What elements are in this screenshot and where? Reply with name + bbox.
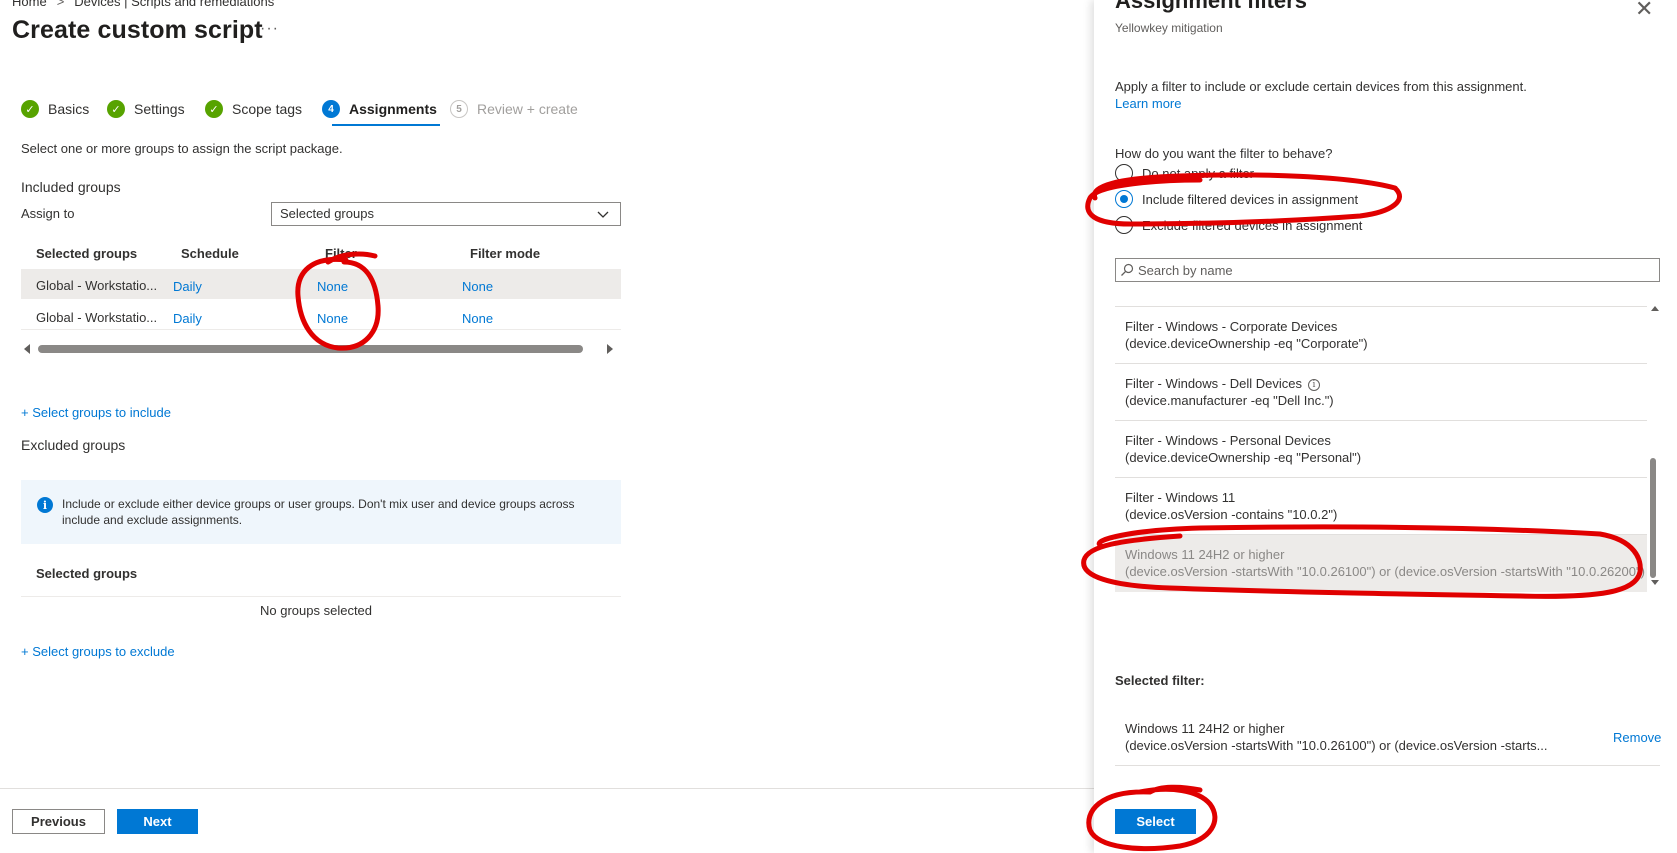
search-input[interactable]	[1138, 260, 1653, 280]
radio-button[interactable]	[1115, 164, 1133, 182]
breadcrumb: Home > Devices | Scripts and remediations	[12, 0, 274, 9]
row-group-name: Global - Workstatio...	[36, 278, 158, 293]
next-button[interactable]: Next	[117, 809, 198, 834]
step-settings[interactable]: ✓ Settings	[107, 100, 185, 118]
active-step-indicator	[332, 124, 440, 126]
step-label: Assignments	[349, 101, 437, 117]
filter-list-item[interactable]: Filter - Windows 11 (device.osVersion -c…	[1115, 478, 1647, 535]
column-header-selected-groups: Selected groups	[36, 246, 138, 261]
filter-name: Filter - Windows 11	[1125, 490, 1236, 505]
filter-name: Filter - Windows - Personal Devices	[1125, 433, 1331, 448]
filter-rule: (device.osVersion -contains "10.0.2")	[1125, 507, 1338, 522]
assignments-intro: Select one or more groups to assign the …	[21, 141, 343, 156]
selected-filter-rule: (device.osVersion -startsWith "10.0.2610…	[1125, 738, 1548, 753]
step-assignments[interactable]: 4 Assignments	[322, 100, 437, 118]
radio-label: Exclude filtered devices in assignment	[1142, 217, 1363, 233]
filter-rule: (device.deviceOwnership -eq "Personal")	[1125, 450, 1362, 465]
row-group-name: Global - Workstatio...	[36, 310, 158, 325]
info-icon[interactable]: i	[1307, 379, 1320, 391]
filter-name: Windows 11 24H2 or higher	[1125, 547, 1285, 562]
radio-include-filtered-devices[interactable]: Include filtered devices in assignment	[1115, 190, 1358, 208]
excluded-groups-heading: Excluded groups	[21, 437, 126, 453]
step-number-badge: 5	[450, 100, 468, 118]
filter-name: Filter - Windows - Dell Devices	[1125, 376, 1302, 391]
scroll-right-icon[interactable]	[607, 344, 613, 354]
panel-subtitle: Yellowkey mitigation	[1115, 21, 1223, 35]
row-filter-link[interactable]: None	[317, 311, 348, 326]
filter-rule: (device.osVersion -startsWith "10.0.2610…	[1125, 564, 1645, 579]
more-options-icon[interactable]: ···	[260, 20, 279, 38]
filter-rule: (device.deviceOwnership -eq "Corporate")	[1125, 336, 1368, 351]
step-label: Review + create	[477, 101, 578, 117]
step-label: Settings	[134, 101, 185, 117]
radio-label: Include filtered devices in assignment	[1142, 191, 1359, 207]
info-message-text: Include or exclude either device groups …	[62, 497, 575, 527]
breadcrumb-separator: >	[56, 0, 65, 9]
column-header-filter-mode: Filter mode	[470, 246, 541, 261]
previous-button[interactable]: Previous	[12, 809, 105, 834]
learn-more-link[interactable]: Learn more	[1115, 96, 1181, 111]
select-groups-to-include-link[interactable]: + Select groups to include	[21, 405, 171, 420]
search-icon	[1121, 263, 1134, 276]
column-header-filter: Filter	[325, 246, 357, 261]
column-header-schedule: Schedule	[181, 246, 239, 261]
row-filter-link[interactable]: None	[317, 279, 348, 294]
scrollbar-thumb[interactable]	[1650, 458, 1656, 578]
page-title: Create custom script	[12, 16, 263, 44]
step-label: Scope tags	[232, 101, 303, 117]
chevron-down-icon	[597, 211, 609, 218]
checkmark-icon: ✓	[21, 100, 39, 118]
checkmark-icon: ✓	[205, 100, 223, 118]
scroll-down-icon[interactable]	[1651, 580, 1659, 585]
close-icon[interactable]: ✕	[1635, 0, 1653, 20]
breadcrumb-section[interactable]: Devices | Scripts and remediations	[74, 0, 274, 9]
filter-list-item[interactable]: Filter - Windows - Personal Devices (dev…	[1115, 421, 1647, 478]
scroll-up-icon[interactable]	[1651, 306, 1659, 311]
included-groups-heading: Included groups	[21, 179, 121, 195]
step-label: Basics	[48, 101, 90, 117]
scroll-left-icon[interactable]	[24, 344, 30, 354]
assign-to-value: Selected groups	[280, 206, 374, 221]
filter-list-item[interactable]: Filter - Windows - Dell Devices i (device…	[1115, 364, 1647, 421]
radio-exclude-filtered-devices[interactable]: Exclude filtered devices in assignment	[1115, 216, 1362, 234]
info-icon: i	[37, 497, 53, 513]
select-groups-to-exclude-link[interactable]: + Select groups to exclude	[21, 644, 175, 659]
select-button[interactable]: Select	[1115, 809, 1196, 834]
filter-rule: (device.manufacturer -eq "Dell Inc.")	[1125, 393, 1334, 408]
radio-button[interactable]	[1115, 216, 1133, 234]
breadcrumb-home[interactable]: Home	[12, 0, 47, 9]
filter-name: Filter - Windows - Corporate Devices	[1125, 319, 1338, 334]
step-number-badge: 4	[322, 100, 340, 118]
assign-to-dropdown[interactable]: Selected groups	[271, 202, 621, 226]
divider	[21, 596, 621, 597]
row-schedule-link[interactable]: Daily	[173, 311, 202, 326]
step-scope-tags[interactable]: ✓ Scope tags	[205, 100, 302, 118]
step-review-create: 5 Review + create	[450, 100, 578, 118]
column-header-excluded-selected-groups: Selected groups	[36, 566, 138, 581]
selected-filter-item: Windows 11 24H2 or higher (device.osVers…	[1115, 712, 1660, 766]
radio-label: Do not apply a filter	[1142, 165, 1255, 181]
radio-button-checked[interactable]	[1115, 190, 1133, 208]
filter-list-item[interactable]: Filter - Windows - Corporate Devices (de…	[1115, 307, 1647, 364]
scrollbar-thumb[interactable]	[38, 345, 583, 353]
row-schedule-link[interactable]: Daily	[173, 279, 202, 294]
checkmark-icon: ✓	[107, 100, 125, 118]
no-groups-selected-text: No groups selected	[260, 603, 373, 618]
remove-filter-link[interactable]: Remove	[1613, 730, 1661, 745]
filter-list-item-selected[interactable]: Windows 11 24H2 or higher (device.osVers…	[1115, 535, 1647, 592]
panel-description: Apply a filter to include or exclude cer…	[1115, 79, 1527, 94]
filter-behavior-question: How do you want the filter to behave?	[1115, 146, 1333, 161]
assign-to-label: Assign to	[21, 206, 75, 221]
row-filter-mode-link[interactable]: None	[462, 279, 493, 294]
step-basics[interactable]: ✓ Basics	[21, 100, 89, 118]
selected-filter-label: Selected filter:	[1115, 673, 1205, 688]
row-filter-mode-link[interactable]: None	[462, 311, 493, 326]
selected-filter-name: Windows 11 24H2 or higher	[1125, 721, 1285, 736]
panel-title: Assignment filters	[1115, 0, 1307, 13]
radio-do-not-apply-filter[interactable]: Do not apply a filter	[1115, 164, 1254, 182]
